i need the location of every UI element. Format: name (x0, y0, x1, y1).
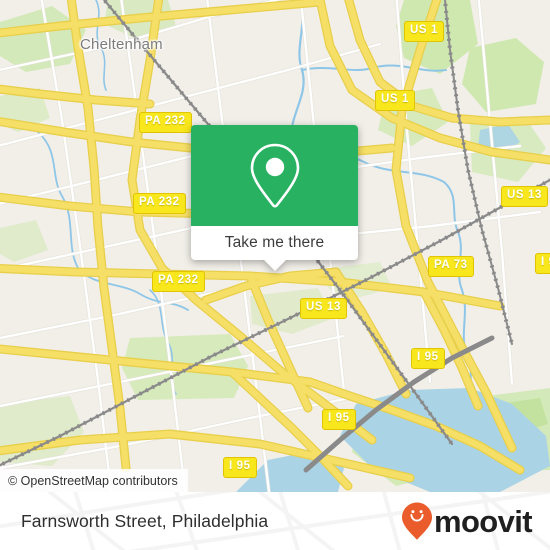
destination-callout-card[interactable]: Take me there (191, 125, 358, 271)
highway-shield-pa-232[interactable]: PA 232 (139, 112, 192, 133)
highway-shield-pa-73[interactable]: PA 73 (428, 256, 474, 277)
moovit-logo[interactable]: moovit (401, 501, 533, 541)
moovit-wordmark: moovit (433, 503, 533, 539)
highway-shield-i-95[interactable]: I 95 (322, 409, 356, 430)
footer-bar: Farnsworth Street, Philadelphia moovit (0, 492, 550, 550)
highway-shield-us-13[interactable]: US 13 (501, 186, 548, 207)
highway-shield-us-1[interactable]: US 1 (375, 90, 415, 111)
callout-action-bar[interactable]: Take me there (191, 226, 358, 271)
place-label-cheltenham: Cheltenham (80, 36, 163, 53)
callout-pointer (263, 260, 286, 271)
highway-shield-pa-232[interactable]: PA 232 (133, 193, 186, 214)
callout-icon-area (191, 125, 358, 226)
moovit-map-screenshot: .water { fill:#aad4e5; } .park { fill:#c… (0, 0, 550, 550)
map-canvas[interactable]: .water { fill:#aad4e5; } .park { fill:#c… (0, 0, 550, 492)
attribution-text: © OpenStreetMap contributors (8, 473, 178, 488)
map-attribution[interactable]: © OpenStreetMap contributors (0, 469, 188, 492)
location-title: Farnsworth Street, Philadelphia (21, 510, 269, 531)
highway-shield-i-95[interactable]: I 95 (411, 348, 445, 369)
moovit-pin-smiley-icon (401, 502, 432, 540)
take-me-there-label: Take me there (224, 234, 325, 251)
highway-shield-i-95[interactable]: I 95 (535, 253, 550, 274)
highway-shield-i-95[interactable]: I 95 (223, 457, 257, 478)
highway-shield-us-13[interactable]: US 13 (300, 298, 347, 319)
highway-shield-us-1[interactable]: US 1 (404, 21, 444, 42)
map-pin-icon (250, 143, 299, 208)
highway-shield-pa-232[interactable]: PA 232 (152, 271, 205, 292)
